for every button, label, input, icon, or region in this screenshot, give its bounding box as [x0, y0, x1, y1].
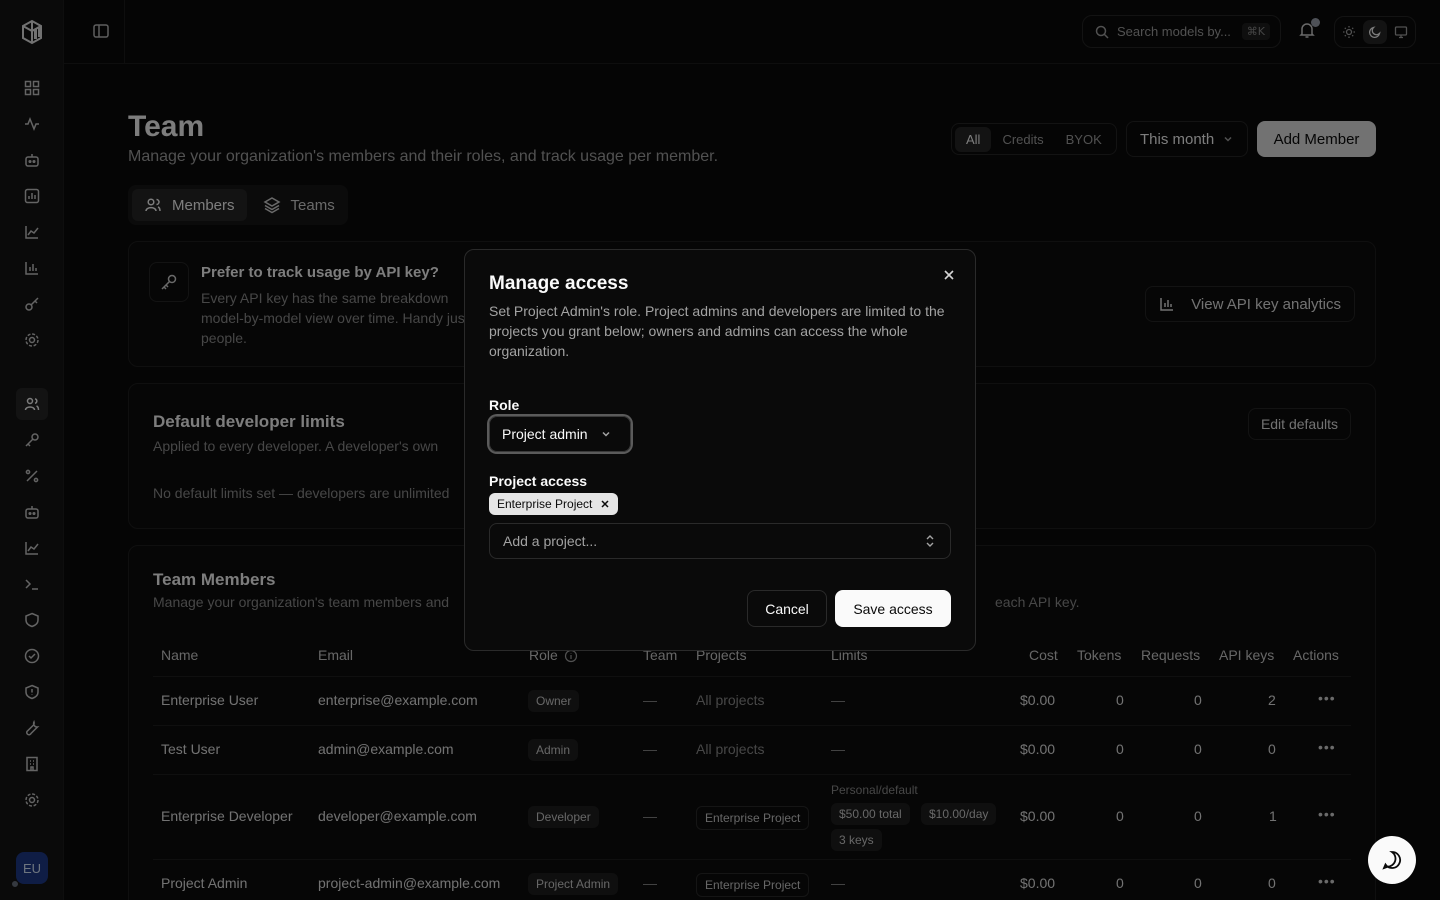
- project-chip-label: Enterprise Project: [497, 497, 593, 511]
- dialog-title: Manage access: [489, 273, 629, 294]
- add-project-select[interactable]: Add a project...: [489, 523, 951, 559]
- project-access-label: Project access: [489, 473, 588, 489]
- cancel-button[interactable]: Cancel: [747, 590, 827, 627]
- add-project-placeholder: Add a project...: [503, 533, 598, 549]
- project-chip: Enterprise Project: [489, 493, 619, 515]
- chat-button[interactable]: [1368, 836, 1416, 884]
- role-label: Role: [489, 397, 520, 413]
- dialog-description: Set Project Admin's role. Project admins…: [489, 303, 945, 359]
- chevrons-up-down-icon: [924, 534, 936, 548]
- remove-project-icon[interactable]: [600, 499, 610, 509]
- save-access-button[interactable]: Save access: [835, 590, 951, 627]
- manage-access-dialog: Manage access Set Project Admin's role. …: [464, 249, 976, 651]
- close-icon[interactable]: [940, 266, 958, 284]
- chevron-down-icon: [600, 428, 612, 440]
- role-value: Project admin: [502, 426, 588, 442]
- role-select[interactable]: Project admin: [489, 416, 631, 452]
- chat-icon: [1381, 849, 1403, 871]
